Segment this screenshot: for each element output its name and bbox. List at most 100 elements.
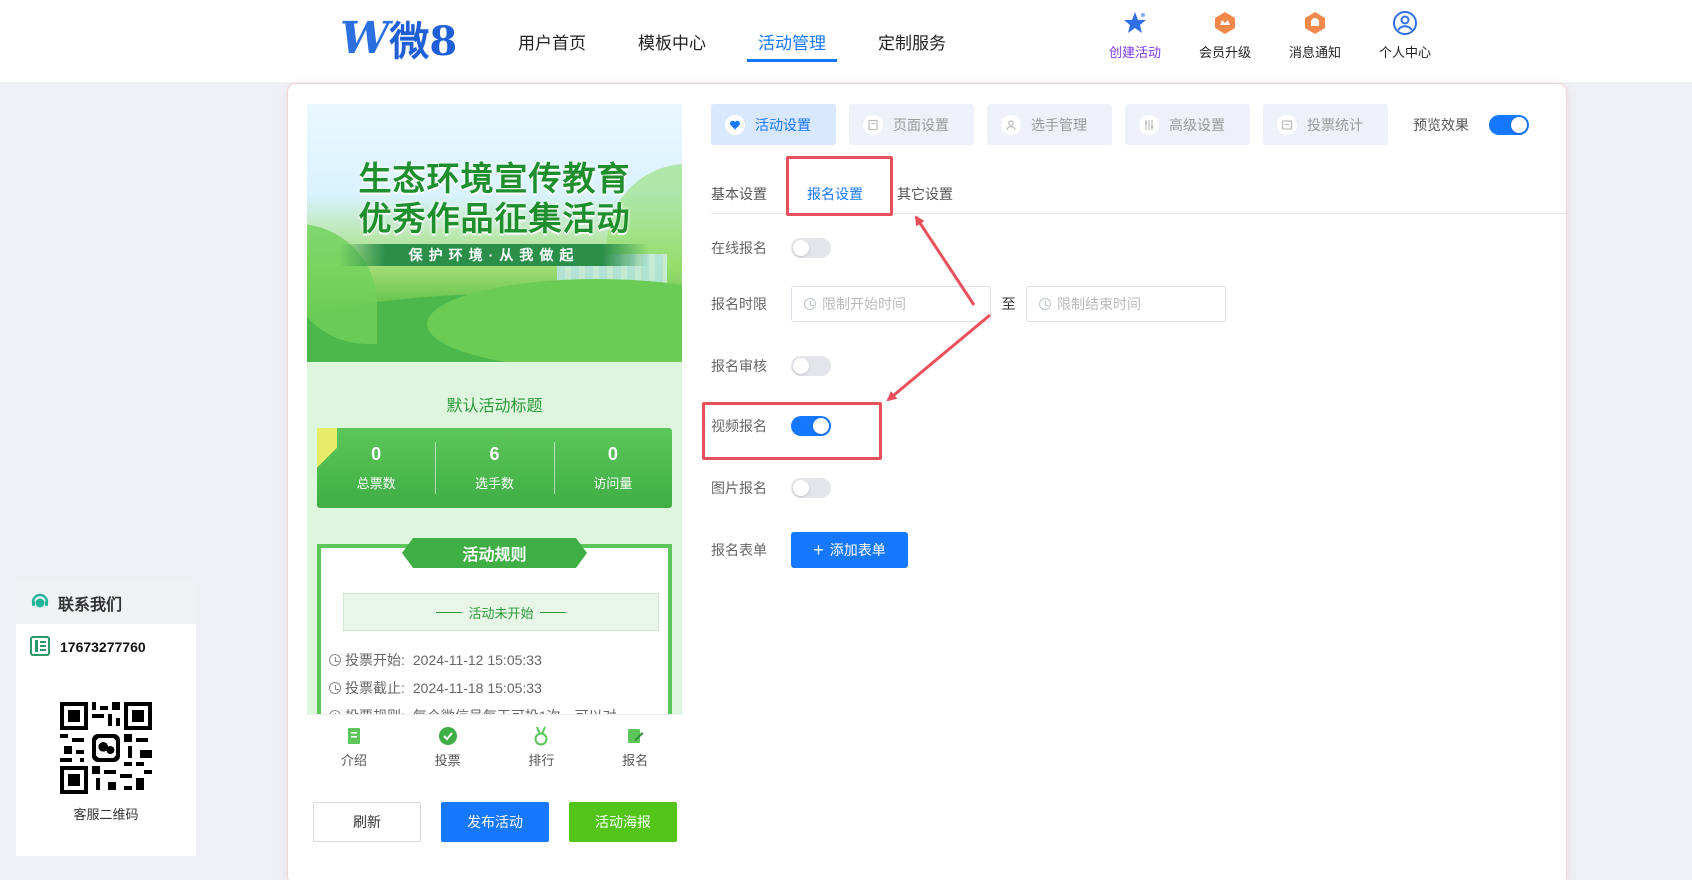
highlight-signup-tab: [786, 156, 893, 216]
online-signup-switch[interactable]: [791, 238, 831, 258]
signup-review-switch[interactable]: [791, 356, 831, 376]
refresh-button[interactable]: 刷新: [313, 802, 421, 842]
doc-icon: [347, 728, 360, 744]
publish-activity-button[interactable]: 发布活动: [441, 802, 549, 842]
tabbar-vote-label: 投票: [434, 753, 461, 768]
create-activity-label: 创建活动: [1108, 45, 1161, 60]
tabbar-signup-label: 报名: [622, 753, 649, 768]
date-range-separator: 至: [1001, 296, 1016, 312]
stat-label: 访问量: [593, 476, 633, 491]
logo-mark: W: [340, 12, 389, 64]
create-activity-button[interactable]: 创建活动: [1090, 10, 1180, 61]
subtab-basic-settings[interactable]: 基本设置: [711, 174, 767, 214]
personal-center-label: 个人中心: [1378, 45, 1431, 60]
message-notice-button[interactable]: 消息通知: [1270, 10, 1360, 61]
tab-label: 选手管理: [1031, 116, 1087, 133]
banner-decoration: [427, 279, 682, 362]
tab-label: 页面设置: [893, 116, 949, 133]
online-signup-label: 在线报名: [711, 240, 767, 256]
plus-icon: +: [813, 540, 824, 560]
image-signup-switch[interactable]: [791, 478, 831, 498]
tab-vote-statistics[interactable]: 投票统计: [1263, 104, 1388, 145]
clock-icon: [329, 654, 341, 666]
stat-visits: 0 访问量: [553, 428, 672, 508]
settings-topbar: 活动设置 页面设置 选手管理 高级设置 投票统计 预览效果: [711, 104, 1529, 145]
row-signup-review: 报名审核: [711, 346, 831, 386]
preview-effect-switch[interactable]: [1489, 114, 1529, 135]
tab-activity-settings[interactable]: 活动设置: [711, 104, 836, 145]
phone-icon: [30, 635, 50, 659]
preview-tabbar: 介绍 投票 排行 报名: [307, 714, 682, 780]
tabbar-vote[interactable]: 投票: [401, 715, 495, 780]
subtab-other-settings[interactable]: 其它设置: [897, 174, 953, 214]
contact-title: 联系我们: [58, 597, 123, 614]
stat-value: 6: [489, 444, 500, 464]
contact-phone-number: 17673277760: [60, 639, 146, 655]
star-icon: [1122, 10, 1148, 36]
member-upgrade-button[interactable]: 会员升级: [1180, 10, 1270, 61]
activity-title: 默认活动标题: [446, 398, 543, 415]
message-notice-label: 消息通知: [1288, 45, 1341, 60]
stat-value: 0: [607, 444, 618, 464]
nav-template-center[interactable]: 模板中心: [612, 0, 732, 82]
vote-end-row: 投票截止: 2024-11-18 15:05:33: [329, 678, 542, 698]
vote-rule-label: 投票规则:: [345, 706, 405, 714]
nav-custom-service[interactable]: 定制服务: [852, 0, 972, 82]
tabbar-intro[interactable]: 介绍: [307, 715, 401, 780]
heart-icon: [725, 114, 745, 135]
signup-form-label: 报名表单: [711, 542, 767, 558]
header-tools: 创建活动 会员升级 消息通知 个人中心: [1090, 10, 1450, 61]
banner-subtitle: 保护环境·从我做起: [339, 244, 649, 266]
divider: [539, 611, 566, 613]
qr-code-label: 客服二维码: [73, 807, 139, 822]
logo-text: 微8: [389, 18, 458, 65]
add-form-button[interactable]: + 添加表单: [791, 532, 908, 568]
vote-rule-value: 每个微信号每天可投1次，可以对: [413, 706, 617, 714]
tab-page-settings[interactable]: 页面设置: [849, 104, 974, 145]
vote-rule-row: 投票规则: 每个微信号每天可投1次，可以对: [329, 706, 617, 714]
tab-advanced-settings[interactable]: 高级设置: [1125, 104, 1250, 145]
tabbar-rank-label: 排行: [528, 753, 555, 768]
nav-activity-management[interactable]: 活动管理: [732, 0, 852, 82]
edit-icon: [628, 729, 644, 743]
tabbar-rank[interactable]: 排行: [495, 715, 589, 780]
stats-bar: 0 总票数 6 选手数 0 访问量: [317, 428, 672, 508]
personal-center-button[interactable]: 个人中心: [1360, 10, 1450, 61]
tabbar-signup[interactable]: 报名: [588, 715, 682, 780]
preview-actions: 刷新 发布活动 活动海报: [313, 802, 697, 842]
bell-icon: [1302, 10, 1328, 36]
tab-label: 投票统计: [1307, 116, 1363, 133]
medal-icon: [534, 726, 548, 746]
member-upgrade-label: 会员升级: [1198, 45, 1251, 60]
clock-icon: [804, 298, 816, 310]
stat-label: 选手数: [474, 476, 514, 491]
signup-start-time-input[interactable]: 限制开始时间: [791, 286, 991, 322]
sliders-icon: [1139, 114, 1159, 135]
row-signup-period: 报名时限 限制开始时间 至 限制结束时间: [711, 284, 1226, 324]
activity-poster-button[interactable]: 活动海报: [569, 802, 677, 842]
vote-end-value: 2024-11-18 15:05:33: [412, 680, 542, 696]
crown-icon: [1212, 10, 1238, 36]
nav-user-home[interactable]: 用户首页: [492, 0, 612, 82]
logo[interactable]: W 微8: [340, 12, 457, 66]
stat-total-votes: 0 总票数: [317, 428, 435, 508]
main-panel: 生态环境宣传教育 优秀作品征集活动 保护环境·从我做起 默认活动标题 0 总票数…: [288, 84, 1566, 880]
mobile-preview: 生态环境宣传教育 优秀作品征集活动 保护环境·从我做起 默认活动标题 0 总票数…: [307, 104, 682, 714]
contact-card: 联系我们 17673277760 客服二维码: [16, 582, 196, 856]
user-icon: [1001, 114, 1021, 135]
tab-label: 高级设置: [1169, 116, 1225, 133]
add-form-label: 添加表单: [829, 542, 886, 558]
clock-icon: [1039, 298, 1051, 310]
customer-service-icon: [30, 591, 50, 616]
image-signup-label: 图片报名: [711, 480, 767, 496]
signup-end-time-input[interactable]: 限制结束时间: [1026, 286, 1226, 322]
vote-end-label: 投票截止:: [345, 680, 405, 696]
tabbar-intro-label: 介绍: [340, 753, 367, 768]
stat-value: 0: [371, 444, 382, 464]
contact-header: 联系我们: [16, 582, 196, 624]
main-nav: 用户首页 模板中心 活动管理 定制服务: [492, 0, 972, 82]
clock-icon: [329, 682, 341, 694]
tab-contestant-management[interactable]: 选手管理: [987, 104, 1112, 145]
highlight-video-signup: [702, 402, 882, 460]
vote-start-row: 投票开始: 2024-11-12 15:05:33: [329, 650, 542, 670]
